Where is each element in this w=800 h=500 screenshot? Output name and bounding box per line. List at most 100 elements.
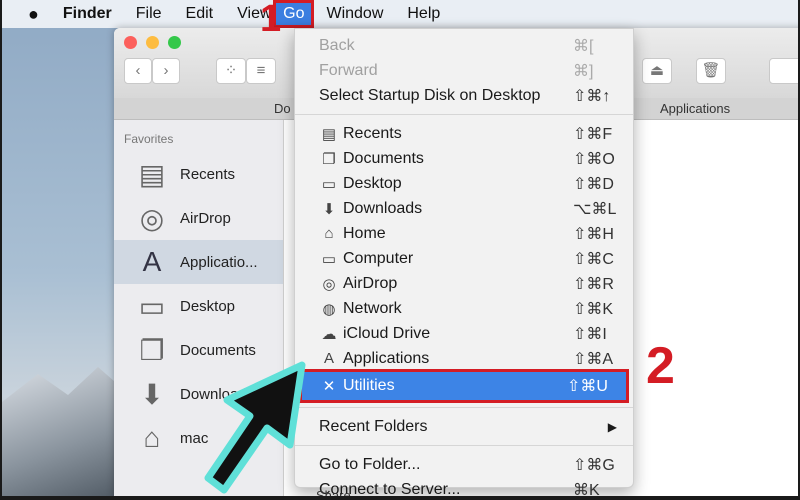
menu-item-recent-folders[interactable]: Recent Folders ▶ [295, 414, 633, 439]
downloads-icon: ⬇ [140, 378, 164, 410]
airdrop-icon: ◎ [139, 202, 165, 234]
menu-item-shortcut: ⇧⌘D [573, 175, 614, 193]
recents-icon: ▤ [321, 125, 337, 143]
menu-item-shortcut: ⇧⌘A [573, 350, 614, 368]
minimize-button[interactable] [146, 36, 159, 49]
desktop-wallpaper-mountain [2, 367, 122, 496]
trash-button[interactable]: 🗑 [696, 58, 726, 84]
menu-item-label: Downloads [343, 199, 423, 217]
sidebar-item-recents[interactable]: ▤ Recents [114, 152, 283, 196]
sidebar-shared-partial-label: Share [316, 488, 351, 496]
home-icon: ⌂ [143, 422, 161, 453]
close-button[interactable] [124, 36, 137, 49]
menu-item-shortcut: ⇧⌘G [573, 456, 615, 474]
menu-item-label: Recent Folders [319, 417, 428, 435]
menu-item-recents[interactable]: ▤ Recents ⇧⌘F [295, 121, 633, 146]
sidebar-item-label: AirDrop [180, 209, 231, 227]
icloud-drive-icon: ☁ [321, 325, 337, 343]
menu-item-downloads[interactable]: ⬇ Downloads ⌥⌘L [295, 196, 633, 221]
recents-icon: ▤ [138, 158, 166, 190]
step-1-label: 1 [260, 0, 282, 40]
sidebar-item-applications[interactable]: A Applicatio... [114, 240, 283, 284]
menu-item-airdrop[interactable]: ◎ AirDrop ⇧⌘R [295, 271, 633, 296]
search-field[interactable] [769, 58, 798, 84]
menu-item-label: Computer [343, 249, 414, 267]
menu-item-shortcut: ⇧⌘H [573, 225, 614, 243]
menu-separator [295, 114, 633, 115]
menu-file[interactable]: File [124, 0, 174, 28]
sidebar-item-label: Applicatio... [180, 253, 258, 271]
sidebar-item-label: Recents [180, 165, 236, 183]
list-view-button[interactable]: ≡ [246, 58, 276, 84]
menu-item-label: Utilities [343, 377, 395, 394]
menu-help[interactable]: Help [395, 0, 452, 28]
menu-item-utilities[interactable]: ✕ Utilities ⇧⌘U [299, 369, 629, 403]
tab-documents[interactable]: Do [274, 101, 291, 116]
airdrop-icon: ◎ [322, 275, 336, 293]
menu-item-computer[interactable]: ▭ Computer ⇧⌘C [295, 246, 633, 271]
favorites-heading: Favorites [124, 132, 174, 146]
menu-item-shortcut: ⇧⌘C [573, 250, 614, 268]
utilities-icon: ✕ [322, 378, 336, 395]
sidebar-item-label: Desktop [180, 297, 236, 315]
sidebar-item-desktop[interactable]: ▭ Desktop [114, 284, 283, 328]
menu-item-go-to-folder[interactable]: Go to Folder... ⇧⌘G [295, 452, 633, 477]
menu-item-home[interactable]: ⌂ Home ⇧⌘H [295, 221, 633, 246]
menu-item-shortcut: ⌥⌘L [573, 200, 617, 218]
menu-item-network[interactable]: ◍ Network ⇧⌘K [295, 296, 633, 321]
menu-item-shortcut: ⇧⌘U [567, 378, 608, 395]
network-icon: ◍ [322, 300, 336, 318]
menu-item-forward[interactable]: Forward ⌘] [295, 58, 633, 83]
menu-item-icloud-drive[interactable]: ☁ iCloud Drive ⇧⌘I [295, 321, 633, 346]
menu-edit[interactable]: Edit [174, 0, 226, 28]
menu-window[interactable]: Window [314, 0, 395, 28]
applications-icon: A [323, 350, 334, 367]
menu-item-label: Forward [319, 61, 378, 79]
documents-icon: ❐ [322, 150, 336, 168]
menu-item-label: AirDrop [343, 274, 398, 292]
menu-item-shortcut: ⇧⌘O [573, 150, 615, 168]
step-2-label: 2 [646, 337, 675, 395]
home-icon: ⌂ [324, 225, 334, 242]
menu-item-documents[interactable]: ❐ Documents ⇧⌘O [295, 146, 633, 171]
menu-item-label: iCloud Drive [343, 324, 431, 342]
submenu-arrow-icon: ▶ [607, 419, 617, 434]
menu-item-label: Select Startup Disk on Desktop [319, 86, 541, 104]
desktop-icon: ▭ [138, 290, 166, 322]
menu-item-label: Recents [343, 124, 402, 142]
menu-item-back[interactable]: Back ⌘[ [295, 33, 633, 58]
menu-item-select-startup-disk-on-desktop[interactable]: Select Startup Disk on Desktop ⇧⌘↑ [295, 83, 633, 108]
menu-item-label: Network [343, 299, 402, 317]
menu-item-label: Applications [343, 349, 430, 367]
downloads-icon: ⬇ [322, 200, 336, 218]
menu-item-shortcut: ⇧⌘I [573, 325, 607, 343]
menu-item-desktop[interactable]: ▭ Desktop ⇧⌘D [295, 171, 633, 196]
menu-item-shortcut: ⇧⌘K [573, 300, 614, 318]
back-button[interactable]: ‹ [124, 58, 152, 84]
menu-item-shortcut: ⇧⌘R [573, 275, 614, 293]
menu-item-label: Documents [343, 149, 424, 167]
menu-item-shortcut: ⌘] [573, 62, 594, 80]
desktop: ● Finder File Edit View Go Window Help ‹… [2, 0, 798, 496]
menu-bar: ● Finder File Edit View Go Window Help [2, 0, 798, 28]
menu-item-applications[interactable]: A Applications ⇧⌘A [295, 346, 633, 371]
menu-item-label: Go to Folder... [319, 455, 421, 473]
menu-item-label: Connect to Server... [319, 480, 461, 497]
menu-item-label: Home [343, 224, 386, 242]
icon-view-button[interactable]: ⁘ [216, 58, 246, 84]
eject-button[interactable]: ⏏ [642, 58, 672, 84]
computer-icon: ▭ [321, 250, 337, 268]
tab-applications[interactable]: Applications [660, 101, 730, 116]
apple-menu-icon[interactable]: ● [2, 0, 51, 28]
menu-finder[interactable]: Finder [51, 0, 124, 28]
menu-item-shortcut: ⌘K [573, 481, 600, 497]
zoom-button[interactable] [168, 36, 181, 49]
menu-item-label: Desktop [343, 174, 402, 192]
documents-icon: ❐ [139, 334, 165, 366]
go-menu: Back ⌘[ Forward ⌘] Select Startup Disk on De… [294, 28, 634, 496]
forward-button[interactable]: › [152, 58, 180, 84]
menu-item-shortcut: ⇧⌘↑ [573, 87, 611, 105]
menu-item-shortcut: ⌘[ [573, 37, 594, 55]
pointer-arrow-icon [204, 361, 306, 494]
sidebar-item-airdrop[interactable]: ◎ AirDrop [114, 196, 283, 240]
